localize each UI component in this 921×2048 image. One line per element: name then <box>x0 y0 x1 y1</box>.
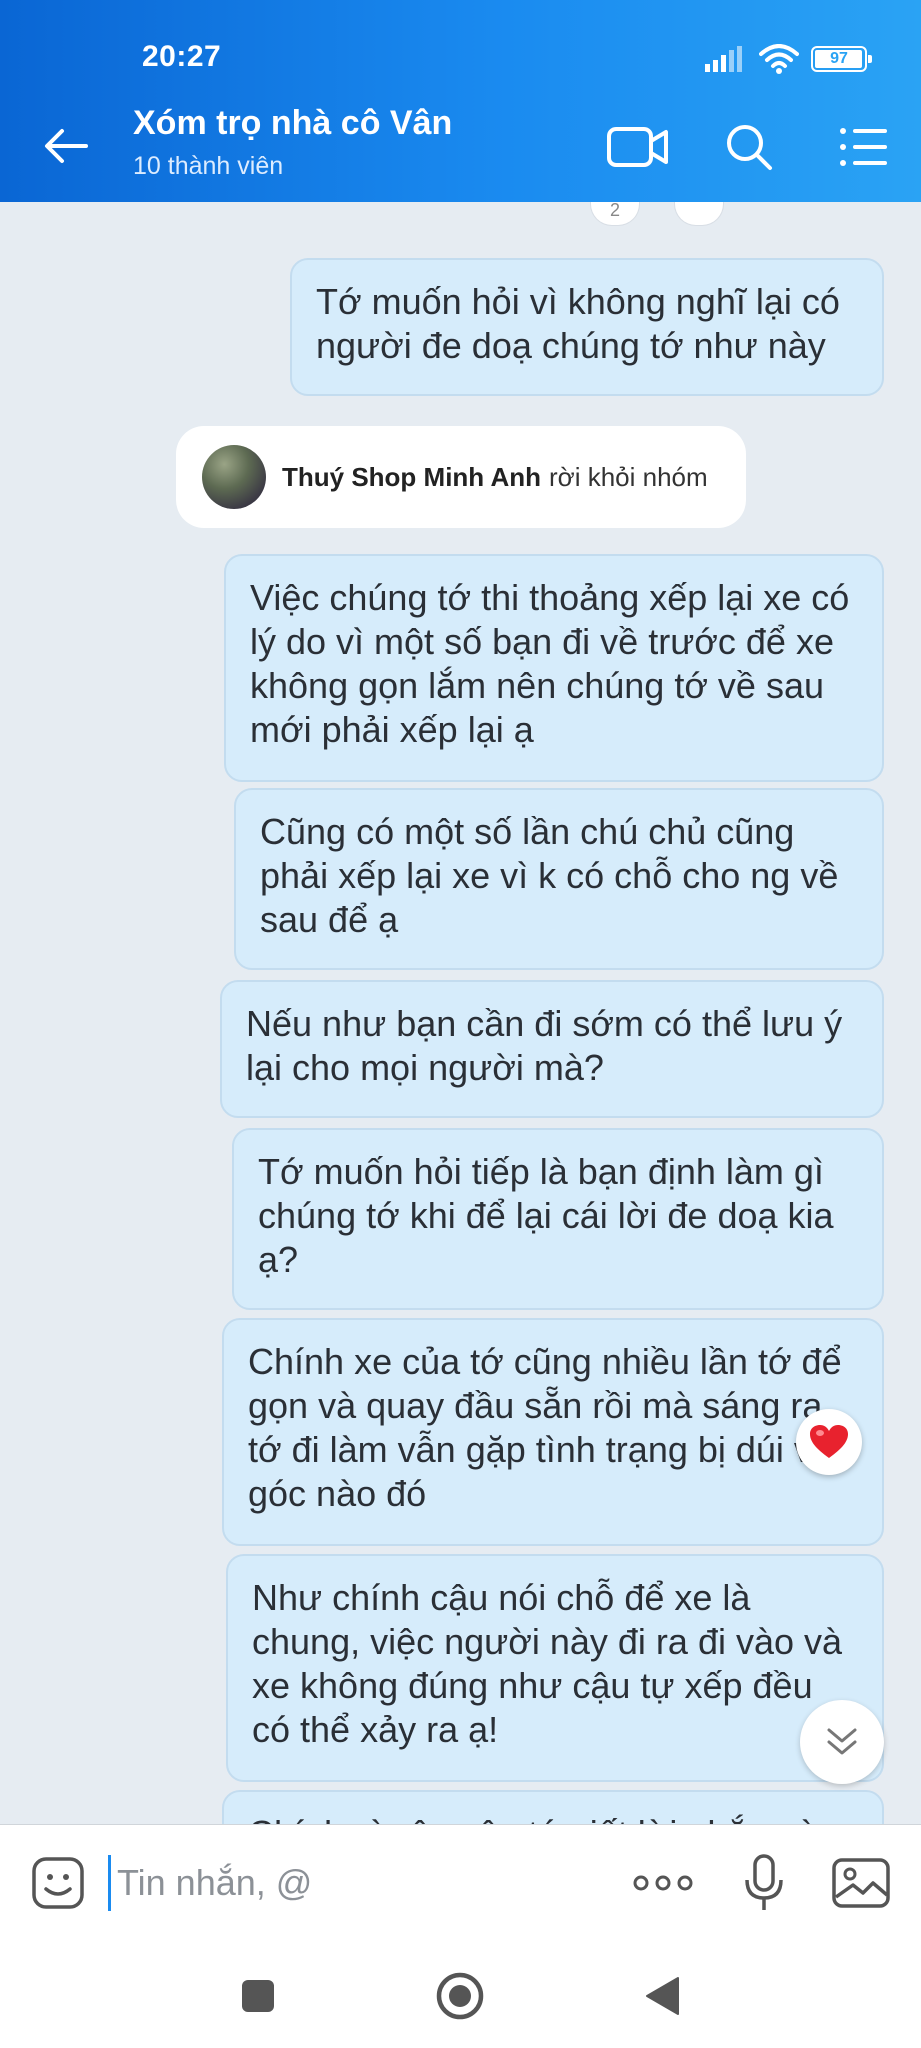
search-button[interactable] <box>714 116 784 178</box>
system-message-action: rời khỏi nhóm <box>548 461 708 492</box>
message-composer <box>0 1824 921 1940</box>
reaction-count: 2 <box>609 202 620 220</box>
reaction-bar[interactable]: 2 <box>590 202 724 226</box>
more-options-button[interactable] <box>628 1853 698 1913</box>
message-bubble[interactable]: Việc chúng tớ thi thoảng xếp lại xe có l… <box>224 554 884 782</box>
recent-apps-button[interactable] <box>228 1968 288 2024</box>
signal-icon <box>705 46 742 72</box>
heart-reaction-button[interactable] <box>796 1409 862 1475</box>
battery-text: 97 <box>830 50 848 67</box>
system-message: Thuý Shop Minh Anh rời khỏi nhóm <box>176 426 746 528</box>
message-bubble[interactable]: Chính xe của tớ cũng nhiều lần tớ để gọn… <box>222 1318 884 1546</box>
message-bubble[interactable]: Cũng có một số lần chú chủ cũng phải xếp… <box>234 788 884 970</box>
message-input[interactable] <box>108 1855 608 1911</box>
double-chevron-down-icon <box>827 1728 857 1755</box>
menu-list-icon <box>840 128 887 166</box>
menu-button[interactable] <box>829 116 899 178</box>
wifi-icon <box>759 44 799 74</box>
home-circle-icon <box>436 1972 484 2020</box>
sticker-button[interactable] <box>28 1853 88 1913</box>
message-bubble[interactable]: Chính vì vậy nên tớ viết lời nhắn này mớ… <box>222 1790 884 1824</box>
avatar <box>202 445 266 509</box>
member-count[interactable]: 10 thành viên <box>133 152 283 181</box>
app-header: 20:27 97 Xóm trọ nhà cô Vân 10 thành viê… <box>0 0 921 202</box>
video-call-button[interactable] <box>603 116 673 178</box>
more-dots-icon <box>633 1875 693 1891</box>
message-bubble[interactable]: Tớ muốn hỏi tiếp là bạn định làm gì chún… <box>232 1128 884 1310</box>
message-bubble[interactable]: Như chính cậu nói chỗ để xe là chung, vi… <box>226 1554 884 1782</box>
message-bubble[interactable]: Tớ muốn hỏi vì không nghĩ lại có người đ… <box>290 258 884 396</box>
sticker-smile-icon <box>32 1857 84 1909</box>
heart-icon <box>810 1425 848 1458</box>
status-time: 20:27 <box>142 40 222 73</box>
microphone-icon <box>745 1854 783 1910</box>
back-button[interactable] <box>38 118 94 174</box>
message-bubble[interactable]: Nếu như bạn cần đi sớm có thể lưu ý lại … <box>220 980 884 1118</box>
video-call-icon <box>607 127 668 167</box>
scroll-to-bottom-button[interactable] <box>800 1700 884 1784</box>
back-triangle-icon <box>646 1977 679 2015</box>
battery-indicator: 97 <box>811 46 872 72</box>
image-button[interactable] <box>828 1853 894 1913</box>
reaction-emoji[interactable]: 2 <box>590 202 640 226</box>
message-list[interactable]: 2 Tớ muốn hỏi vì không nghĩ lại có người… <box>0 202 921 1824</box>
back-nav-button[interactable] <box>632 1968 692 2024</box>
system-message-name: Thuý Shop Minh Anh <box>282 461 541 492</box>
image-icon <box>832 1858 890 1908</box>
home-button[interactable] <box>430 1968 490 2024</box>
chat-title[interactable]: Xóm trọ nhà cô Vân <box>133 104 452 143</box>
voice-record-button[interactable] <box>734 1853 794 1913</box>
system-navigation-bar <box>0 1940 921 2048</box>
reaction-emoji[interactable] <box>674 202 724 226</box>
back-arrow-icon <box>45 129 88 163</box>
square-recents-icon <box>242 1980 274 2012</box>
status-icons: 97 <box>705 44 872 74</box>
search-icon <box>727 125 772 170</box>
